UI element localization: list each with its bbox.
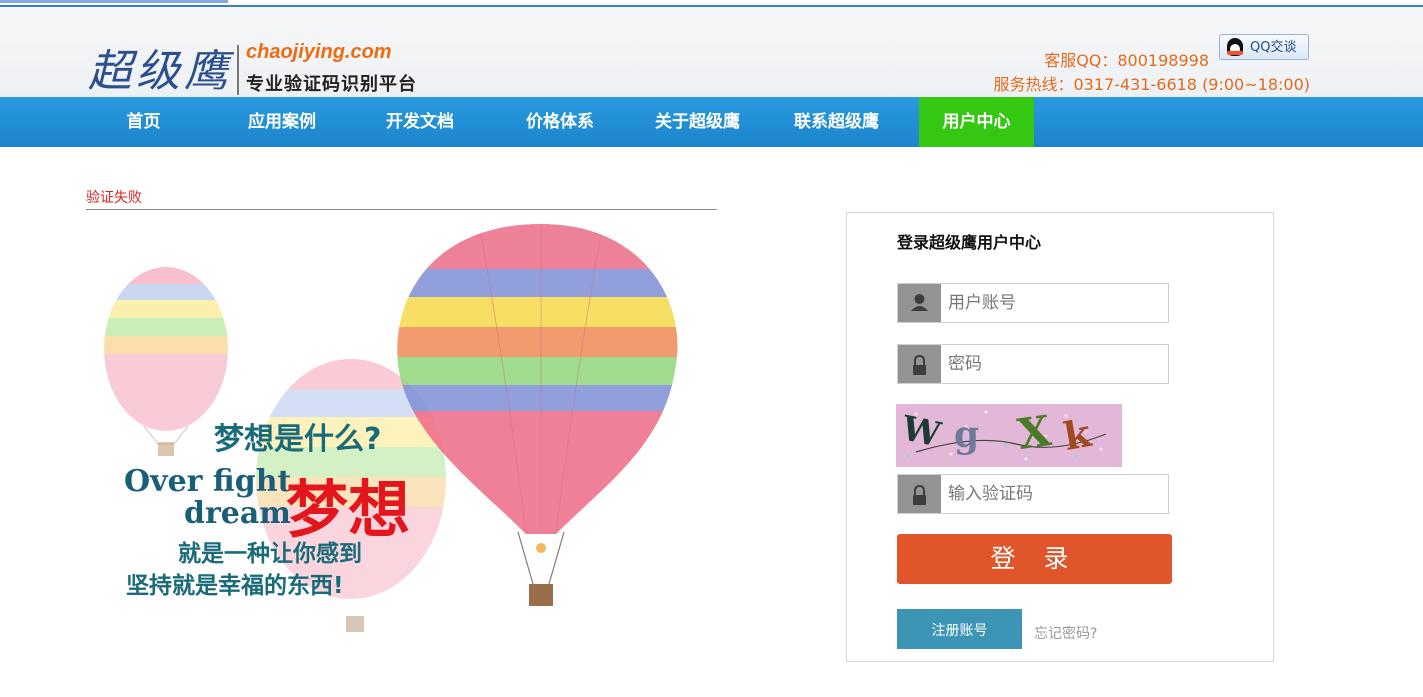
lock-icon [898, 475, 941, 513]
qq-chat-button[interactable]: QQ交谈 [1219, 34, 1309, 60]
captcha-input[interactable] [941, 475, 1174, 513]
nav-cases[interactable]: 应用案例 [232, 97, 332, 147]
error-divider [86, 209, 717, 210]
captcha-char-2: g [954, 414, 980, 456]
qq-penguin-icon [1227, 38, 1243, 56]
login-button[interactable]: 登 录 [897, 534, 1172, 584]
main-nav: 首页 应用案例 开发文档 价格体系 关于超级鹰 联系超级鹰 用户中心 [0, 97, 1423, 147]
slogan-line-6: 坚持就是幸福的东西! [126, 573, 344, 599]
balloon-basket [529, 584, 553, 606]
logo-domain[interactable]: chaojiying.com [246, 41, 392, 64]
logo-tagline: 专业验证码识别平台 [246, 74, 417, 94]
forgot-password-link[interactable]: 忘记密码? [1034, 623, 1097, 643]
captcha-char-1: W [898, 408, 944, 456]
error-message: 验证失败 [86, 190, 142, 206]
logo-chinese[interactable]: 超级鹰 [88, 35, 232, 99]
password-input[interactable] [941, 345, 1174, 383]
hero-banner: 梦想是什么? Over fight dream 梦想 就是一种让你感到 坚持就是… [86, 214, 717, 654]
qq-chat-label: QQ交谈 [1250, 40, 1297, 55]
support-qq: 客服QQ：800198998 [1044, 51, 1209, 70]
top-accent-line [0, 0, 228, 3]
password-field [897, 344, 1174, 384]
logo-separator [237, 45, 239, 95]
slogan-line-3: dream [184, 496, 292, 531]
captcha-char-3: X [1014, 405, 1054, 460]
nav-about[interactable]: 关于超级鹰 [640, 97, 755, 147]
username-input[interactable] [941, 284, 1174, 322]
nav-pricing[interactable]: 价格体系 [510, 97, 610, 147]
captcha-image[interactable]: W g X k [896, 404, 1122, 467]
captcha-field [897, 474, 1174, 514]
username-field [897, 283, 1174, 323]
user-icon [898, 284, 941, 322]
slogan-line-1: 梦想是什么? [214, 422, 382, 457]
service-hotline: 服务热线：0317-431-6618 (9:00~18:00) [993, 75, 1310, 94]
login-panel: 登录超级鹰用户中心 W g X k 登 录 [846, 212, 1274, 662]
lock-icon [898, 345, 941, 383]
login-title: 登录超级鹰用户中心 [897, 233, 1042, 252]
slogan-line-5: 就是一种让你感到 [178, 541, 362, 567]
nav-docs[interactable]: 开发文档 [370, 97, 470, 147]
site-header: 超级鹰 chaojiying.com 专业验证码识别平台 客服QQ：800198… [0, 7, 1423, 97]
nav-contact[interactable]: 联系超级鹰 [779, 97, 894, 147]
nav-user-center[interactable]: 用户中心 [919, 97, 1034, 147]
nav-home[interactable]: 首页 [96, 97, 191, 147]
register-button[interactable]: 注册账号 [897, 609, 1022, 649]
slogan-line-2: Over fight [124, 464, 292, 499]
